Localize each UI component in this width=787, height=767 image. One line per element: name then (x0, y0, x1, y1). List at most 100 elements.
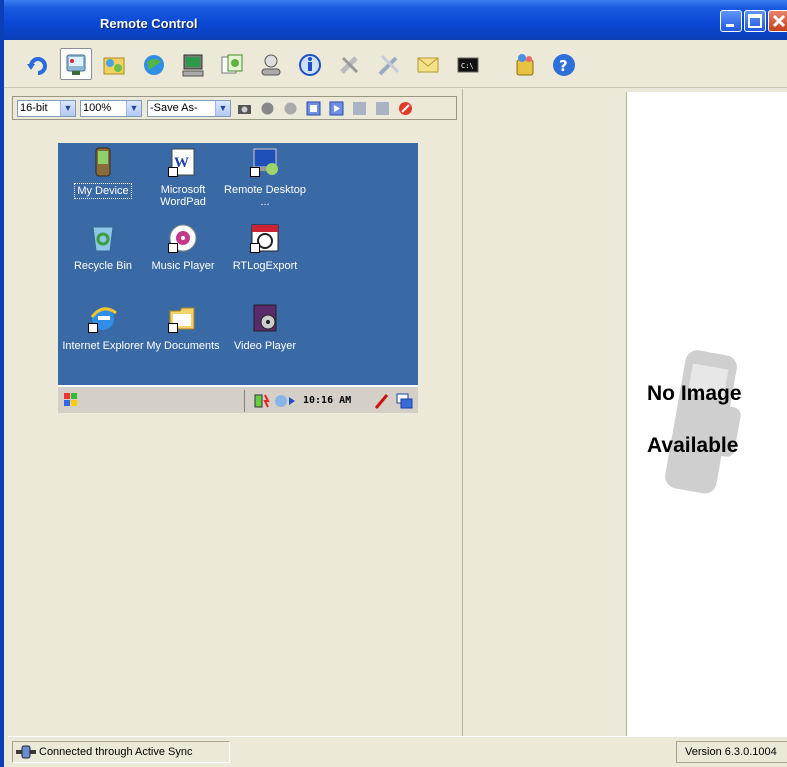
desktop-icon-recycle-bin[interactable]: Recycle Bin (58, 223, 148, 273)
prev-frame-button[interactable] (352, 101, 367, 116)
copy-button[interactable] (219, 52, 245, 78)
mail-icon (417, 57, 439, 73)
device-view-pane: 16-bit ▼ 100% ▼ -Save As- ▼ My Device W … (8, 89, 463, 736)
prev-frame-icon (353, 102, 366, 115)
pen-icon[interactable] (373, 392, 391, 410)
desktop-icon-label: Video Player (233, 340, 297, 352)
remote-control-tool-button[interactable] (63, 52, 89, 78)
desktop-icon-internet-explorer[interactable]: Internet Explorer (58, 303, 148, 353)
svg-text:C:\: C:\ (461, 62, 474, 70)
desktop-icon-label: Remote Desktop ... (224, 184, 306, 208)
connection-status: Connected through Active Sync (12, 741, 230, 763)
windows-flag-icon (64, 393, 77, 406)
desktop-icon-label: Internet Explorer (62, 340, 144, 352)
color-depth-select[interactable]: 16-bit ▼ (17, 100, 76, 117)
chevron-down-icon: ▼ (60, 101, 75, 116)
desktop-icon-label: My Documents (146, 340, 220, 352)
desktop-icon-my-device[interactable]: My Device (58, 147, 148, 199)
first-frame-button[interactable] (306, 101, 321, 116)
battery-icon (254, 394, 270, 408)
device-screen[interactable]: My Device W Microsoft WordPad Remote Des… (58, 143, 418, 413)
shortcut-arrow-icon (168, 167, 178, 177)
zoom-select[interactable]: 100% ▼ (80, 100, 142, 117)
color-depth-value: 16-bit (20, 102, 48, 114)
maximize-button[interactable] (744, 10, 766, 32)
user-icon (261, 54, 281, 76)
recycle-bin-icon (92, 226, 114, 252)
version-text: Version 6.3.0.1004 (685, 746, 777, 758)
desktop-icon-rtlogexport[interactable]: RTLogExport (220, 223, 310, 273)
remote-control-icon (66, 54, 86, 75)
settings-icon (378, 54, 400, 76)
chevron-down-icon: ▼ (215, 101, 230, 116)
stop-icon (399, 102, 412, 115)
internet-button[interactable] (141, 52, 167, 78)
minimize-button[interactable] (720, 10, 742, 32)
settings-button[interactable] (376, 52, 402, 78)
desktop-icon-my-documents[interactable]: My Documents (138, 303, 228, 353)
next-frame-icon (329, 101, 344, 116)
camera-icon (238, 105, 251, 114)
record-icon (261, 102, 274, 115)
capture-button[interactable] (237, 101, 252, 116)
activesync-icon (275, 395, 295, 407)
file-explorer-button[interactable] (101, 52, 127, 78)
video-player-icon (253, 304, 277, 332)
last-frame-icon (376, 102, 389, 115)
desktop-icon-label: RTLogExport (232, 260, 298, 272)
shortcut-arrow-icon (168, 323, 178, 333)
stop-button[interactable] (398, 101, 413, 116)
no-image-line2: Available (647, 434, 739, 457)
computer-icon (182, 54, 204, 77)
help-button[interactable]: ? (551, 52, 577, 78)
mail-button[interactable] (415, 52, 441, 78)
start-button[interactable] (61, 390, 81, 410)
desktop-icon-music-player[interactable]: Music Player (138, 223, 228, 273)
pause-button[interactable] (283, 101, 298, 116)
connection-status-text: Connected through Active Sync (39, 746, 193, 758)
remote-control-window: Remote Control C:\ ? 16-bit ▼ 100% ▼ -Sa… (0, 0, 787, 767)
security-button[interactable] (512, 52, 538, 78)
title-bar[interactable]: Remote Control (4, 0, 787, 40)
zoom-value: 100% (83, 102, 112, 114)
close-button[interactable] (768, 10, 787, 32)
refresh-button[interactable] (24, 52, 50, 78)
internet-icon (144, 55, 164, 75)
computer-button[interactable] (180, 52, 206, 78)
svg-text:?: ? (559, 57, 568, 75)
desktop-icon-wordpad[interactable]: W Microsoft WordPad (138, 147, 228, 209)
status-bar: Connected through Active Sync Version 6.… (8, 736, 787, 767)
user-button[interactable] (258, 52, 284, 78)
record-button[interactable] (260, 101, 275, 116)
keyboard-switch-icon[interactable] (395, 392, 413, 410)
info-button[interactable] (297, 52, 323, 78)
main-toolbar: C:\ ? (4, 40, 787, 88)
window-title: Remote Control (100, 16, 198, 31)
shortcut-arrow-icon (250, 243, 260, 253)
desktop-icon-video-player[interactable]: Video Player (220, 303, 310, 353)
desktop-icon-remote-desktop[interactable]: Remote Desktop ... (220, 147, 310, 209)
desktop-icon-label: Recycle Bin (73, 260, 133, 272)
pause-icon (284, 102, 297, 115)
pda-icon (95, 147, 111, 177)
device-preview-pane: No Image Available (626, 92, 787, 736)
last-frame-button[interactable] (375, 101, 390, 116)
maximize-icon (748, 14, 762, 28)
minimize-icon (726, 24, 734, 27)
save-as-value: -Save As- (150, 102, 198, 114)
desktop-icon-label: Music Player (151, 260, 215, 272)
device-clock: 10:16 AM (303, 395, 352, 406)
tools-button[interactable] (337, 52, 363, 78)
system-tray: 10:16 AM (244, 390, 418, 412)
chevron-down-icon: ▼ (126, 101, 141, 116)
security-icon (516, 54, 534, 76)
version-status: Version 6.3.0.1004 (676, 741, 787, 763)
terminal-button[interactable]: C:\ (455, 52, 481, 78)
save-as-select[interactable]: -Save As- ▼ (147, 100, 231, 117)
copy-icon (221, 54, 243, 74)
info-icon (299, 54, 321, 76)
terminal-icon: C:\ (457, 57, 479, 73)
next-frame-button[interactable] (329, 101, 344, 116)
tools-icon (340, 56, 359, 74)
desktop-icon-label: Microsoft WordPad (160, 184, 206, 208)
